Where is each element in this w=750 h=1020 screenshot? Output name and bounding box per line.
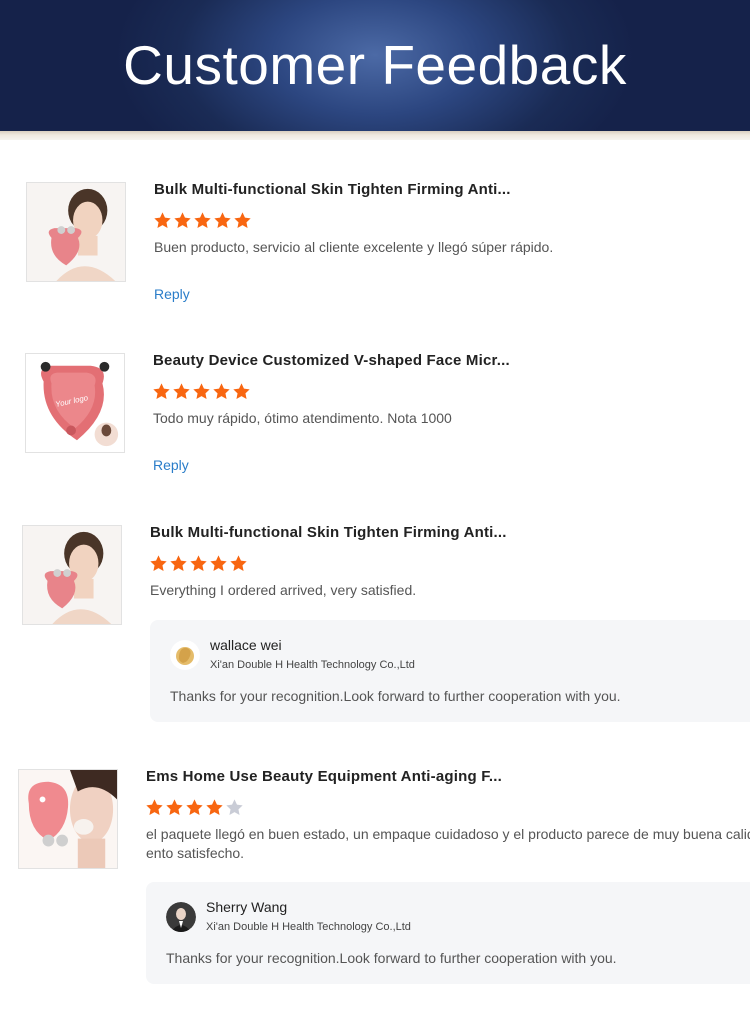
wallace-avatar-icon (170, 640, 200, 670)
review-comment-line: ento satisfecho. (146, 845, 245, 861)
star-filled-icon (234, 212, 251, 228)
replier-company: Xi'an Double H Health Technology Co.,Ltd (210, 659, 415, 671)
rating-stars (145, 798, 244, 817)
rating-stars (153, 211, 252, 230)
star-filled-icon (186, 799, 203, 815)
star-filled-icon (194, 212, 211, 228)
star-filled-icon (190, 555, 207, 571)
star-filled-icon (193, 383, 210, 399)
seller-reply: Sherry Wang Xi'an Double H Health Techno… (146, 882, 750, 984)
product-title[interactable]: Ems Home Use Beauty Equipment Anti-aging… (146, 768, 502, 785)
replier-name: wallace wei (210, 637, 282, 653)
seller-reply: wallace wei Xi'an Double H Health Techno… (150, 620, 750, 722)
star-filled-icon (214, 212, 231, 228)
replier-company: Xi'an Double H Health Technology Co.,Ltd (206, 921, 411, 933)
review-comment: Everything I ordered arrived, very satis… (150, 582, 417, 598)
page-title: Customer Feedback (123, 33, 627, 96)
review-comment: Todo muy rápido, ótimo atendimento. Nota… (153, 410, 452, 426)
product-image-woman-device-icon (27, 183, 125, 281)
review-comment-line: el paquete llegó en buen estado, un empa… (146, 826, 750, 842)
star-filled-icon (213, 383, 230, 399)
reply-text: Thanks for your recognition.Look forward… (170, 688, 621, 704)
reply-text: Thanks for your recognition.Look forward… (166, 950, 617, 966)
banner-divider (0, 131, 750, 140)
product-thumbnail[interactable] (18, 769, 118, 869)
product-title[interactable]: Bulk Multi-functional Skin Tighten Firmi… (150, 524, 507, 541)
avatar (166, 902, 196, 932)
star-filled-icon (154, 212, 171, 228)
sherry-avatar-icon (166, 902, 196, 932)
replier-name: Sherry Wang (206, 899, 288, 915)
product-title[interactable]: Bulk Multi-functional Skin Tighten Firmi… (154, 181, 511, 198)
star-empty-icon (226, 799, 243, 815)
header-banner: Customer Feedback (0, 0, 750, 131)
star-filled-icon (210, 555, 227, 571)
product-thumbnail[interactable]: Your logo (25, 353, 125, 453)
star-filled-icon (174, 212, 191, 228)
star-filled-icon (150, 555, 167, 571)
reply-link[interactable]: Reply (154, 286, 190, 302)
reply-link[interactable]: Reply (153, 457, 189, 473)
product-image-ems-device-icon (19, 770, 117, 868)
rating-stars (152, 382, 251, 401)
product-thumbnail[interactable] (26, 182, 126, 282)
product-image-vface-device-icon: Your logo (26, 354, 124, 452)
product-title[interactable]: Beauty Device Customized V-shaped Face M… (153, 352, 510, 369)
product-image-woman-device-icon (23, 526, 121, 624)
star-filled-icon (153, 383, 170, 399)
star-filled-icon (173, 383, 190, 399)
star-filled-icon (166, 799, 183, 815)
rating-stars (149, 554, 248, 573)
star-filled-icon (233, 383, 250, 399)
star-filled-icon (230, 555, 247, 571)
star-filled-icon (146, 799, 163, 815)
star-filled-icon (170, 555, 187, 571)
star-filled-icon (206, 799, 223, 815)
product-thumbnail[interactable] (22, 525, 122, 625)
avatar (170, 640, 200, 670)
review-comment: Buen producto, servicio al cliente excel… (154, 239, 554, 255)
